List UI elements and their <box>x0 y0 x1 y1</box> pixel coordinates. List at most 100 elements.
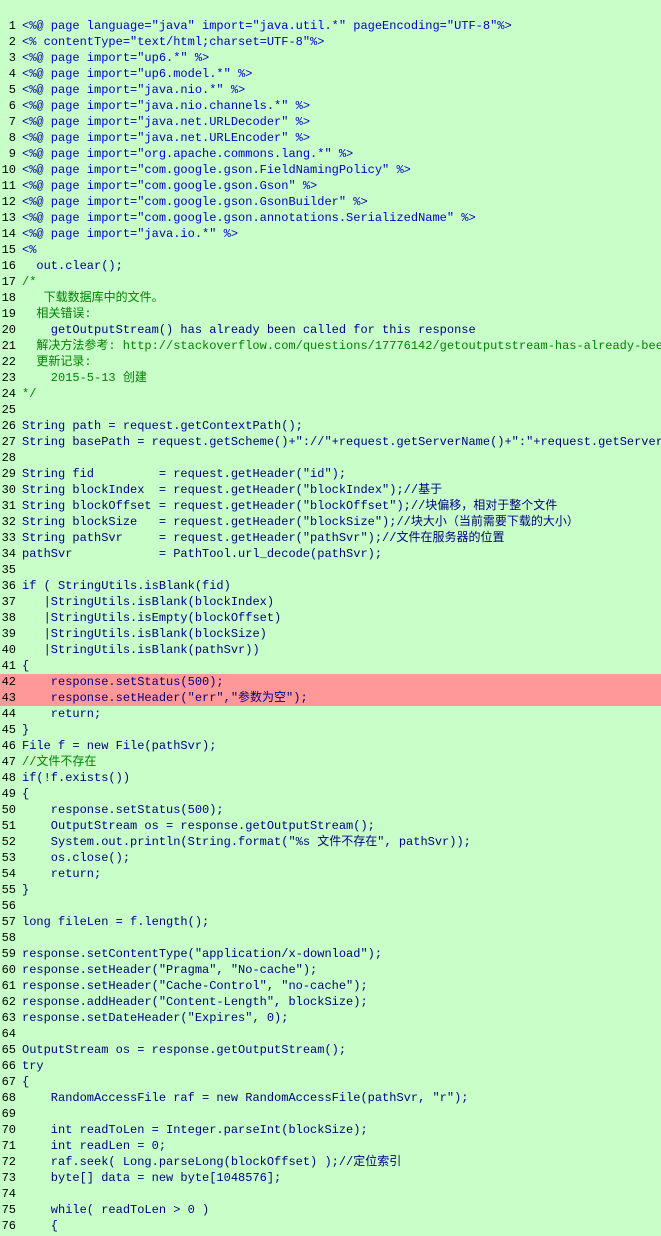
line-number: 51 <box>0 818 22 834</box>
line-content: String fid = request.getHeader("id"); <box>22 466 661 482</box>
line-number: 34 <box>0 546 22 562</box>
line-number: 38 <box>0 610 22 626</box>
line-content: <%@ page import="up6.*" %> <box>22 50 661 66</box>
line-number: 23 <box>0 370 22 386</box>
code-line: 56 <box>0 898 661 914</box>
line-number: 54 <box>0 866 22 882</box>
code-line: 33String pathSvr = request.getHeader("pa… <box>0 530 661 546</box>
code-line: 66try <box>0 1058 661 1074</box>
code-line: 23 2015-5-13 创建 <box>0 370 661 386</box>
code-line: 68 RandomAccessFile raf = new RandomAcce… <box>0 1090 661 1106</box>
line-content: { <box>22 658 661 674</box>
line-number: 25 <box>0 402 22 418</box>
line-content: <%@ page language="java" import="java.ut… <box>22 18 661 34</box>
code-line: 50 response.setStatus(500); <box>0 802 661 818</box>
code-line: 3<%@ page import="up6.*" %> <box>0 50 661 66</box>
code-line: 65OutputStream os = response.getOutputSt… <box>0 1042 661 1058</box>
code-line: 30String blockIndex = request.getHeader(… <box>0 482 661 498</box>
code-line: 9<%@ page import="org.apache.commons.lan… <box>0 146 661 162</box>
code-line: 8<%@ page import="java.net.URLEncoder" %… <box>0 130 661 146</box>
line-number: 33 <box>0 530 22 546</box>
line-number: 8 <box>0 130 22 146</box>
code-line: 15<% <box>0 242 661 258</box>
line-content: response.setHeader("Cache-Control", "no-… <box>22 978 661 994</box>
code-line: 70 int readToLen = Integer.parseInt(bloc… <box>0 1122 661 1138</box>
line-content: <%@ page import="org.apache.commons.lang… <box>22 146 661 162</box>
line-number: 71 <box>0 1138 22 1154</box>
line-content: <% <box>22 242 661 258</box>
code-line: 37 |StringUtils.isBlank(blockIndex) <box>0 594 661 610</box>
line-content: raf.seek( Long.parseLong(blockOffset) );… <box>22 1154 661 1170</box>
line-number: 52 <box>0 834 22 850</box>
line-number: 13 <box>0 210 22 226</box>
code-line: 64 <box>0 1026 661 1042</box>
line-content: getOutputStream() has already been calle… <box>22 322 661 338</box>
code-line: 27String basePath = request.getScheme()+… <box>0 434 661 450</box>
line-content: OutputStream os = response.getOutputStre… <box>22 1042 661 1058</box>
line-content: <%@ page import="java.net.URLEncoder" %> <box>22 130 661 146</box>
line-number: 69 <box>0 1106 22 1122</box>
line-number: 42 <box>0 674 22 690</box>
code-line: 41{ <box>0 658 661 674</box>
line-content: { <box>22 786 661 802</box>
line-number: 70 <box>0 1122 22 1138</box>
code-line: 11<%@ page import="com.google.gson.Gson"… <box>0 178 661 194</box>
code-line: 48if(!f.exists()) <box>0 770 661 786</box>
code-line: 2<% contentType="text/html;charset=UTF-8… <box>0 34 661 50</box>
code-line: 43 response.setHeader("err","参数为空"); <box>0 690 661 706</box>
code-line: 74 <box>0 1186 661 1202</box>
line-number: 39 <box>0 626 22 642</box>
code-line: 5<%@ page import="java.nio.*" %> <box>0 82 661 98</box>
line-number: 60 <box>0 962 22 978</box>
line-number: 11 <box>0 178 22 194</box>
code-line: 24*/ <box>0 386 661 402</box>
code-line: 76 { <box>0 1218 661 1234</box>
code-line: 36if ( StringUtils.isBlank(fid) <box>0 578 661 594</box>
code-line: 28 <box>0 450 661 466</box>
code-line: 39 |StringUtils.isBlank(blockSize) <box>0 626 661 642</box>
line-number: 65 <box>0 1042 22 1058</box>
line-content: <%@ page import="java.nio.channels.*" %> <box>22 98 661 114</box>
line-content: 下载数据库中的文件。 <box>22 290 661 306</box>
line-content: response.setDateHeader("Expires", 0); <box>22 1010 661 1026</box>
line-content: |StringUtils.isBlank(blockSize) <box>22 626 661 642</box>
line-number: 3 <box>0 50 22 66</box>
line-number: 28 <box>0 450 22 466</box>
line-content: /* <box>22 274 661 290</box>
code-line: 49{ <box>0 786 661 802</box>
line-content: { <box>22 1218 661 1234</box>
line-content: response.setStatus(500); <box>22 674 661 690</box>
code-line: 46File f = new File(pathSvr); <box>0 738 661 754</box>
line-content: |StringUtils.isBlank(pathSvr)) <box>22 642 661 658</box>
line-number: 58 <box>0 930 22 946</box>
code-line: 7<%@ page import="java.net.URLDecoder" %… <box>0 114 661 130</box>
code-line: 67{ <box>0 1074 661 1090</box>
code-line: 31String blockOffset = request.getHeader… <box>0 498 661 514</box>
line-content: int readToLen = Integer.parseInt(blockSi… <box>22 1122 661 1138</box>
line-content: if ( StringUtils.isBlank(fid) <box>22 578 661 594</box>
line-content: String path = request.getContextPath(); <box>22 418 661 434</box>
line-content: long fileLen = f.length(); <box>22 914 661 930</box>
line-number: 4 <box>0 66 22 82</box>
code-line: 54 return; <box>0 866 661 882</box>
line-content: OutputStream os = response.getOutputStre… <box>22 818 661 834</box>
line-number: 22 <box>0 354 22 370</box>
code-editor: 1<%@ page language="java" import="java.u… <box>0 0 661 1236</box>
code-line: 26String path = request.getContextPath()… <box>0 418 661 434</box>
code-line: 6<%@ page import="java.nio.channels.*" %… <box>0 98 661 114</box>
line-content: os.close(); <box>22 850 661 866</box>
line-number: 19 <box>0 306 22 322</box>
line-number: 63 <box>0 1010 22 1026</box>
code-line: 44 return; <box>0 706 661 722</box>
line-content: String basePath = request.getScheme()+":… <box>22 434 661 450</box>
line-content: //文件不存在 <box>22 754 661 770</box>
line-number: 68 <box>0 1090 22 1106</box>
line-number: 43 <box>0 690 22 706</box>
line-content: 解决方法参考: http://stackoverflow.com/questio… <box>22 338 661 354</box>
code-line: 71 int readLen = 0; <box>0 1138 661 1154</box>
line-number: 9 <box>0 146 22 162</box>
line-number: 57 <box>0 914 22 930</box>
line-content: return; <box>22 706 661 722</box>
line-content: } <box>22 722 661 738</box>
line-number: 74 <box>0 1186 22 1202</box>
